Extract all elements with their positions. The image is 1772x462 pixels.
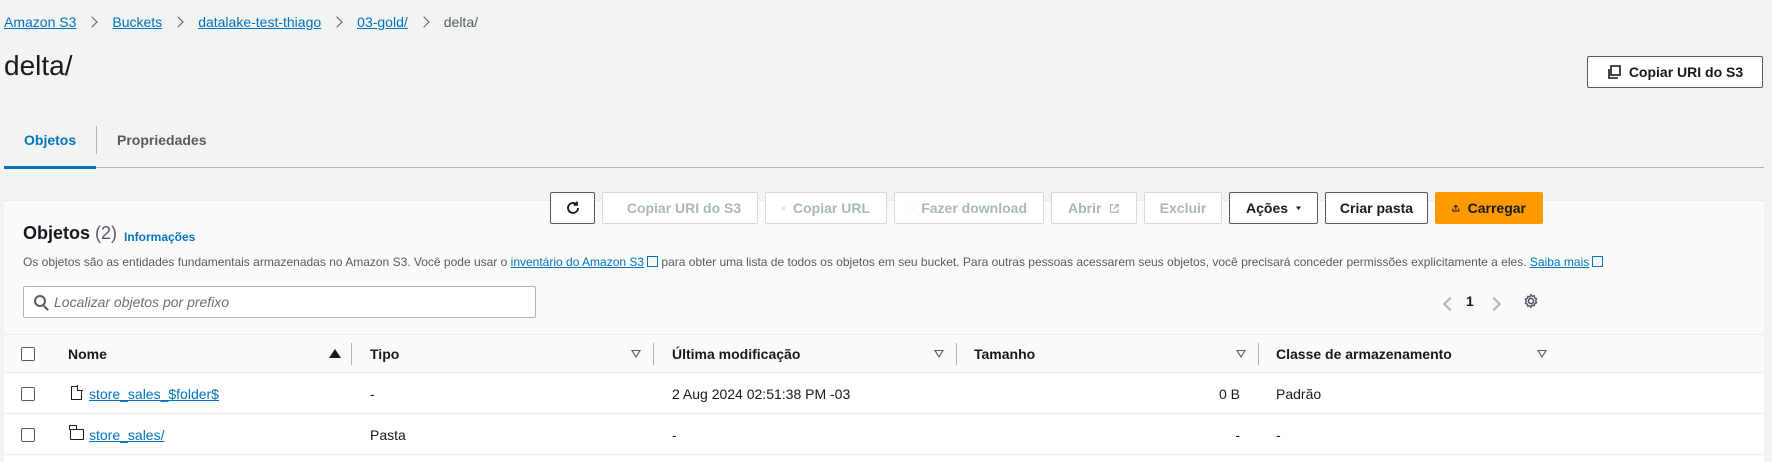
column-resizer[interactable]: [653, 343, 654, 365]
download-label: Fazer download: [921, 200, 1027, 216]
external-link-icon: [1592, 256, 1604, 267]
sort-ascending-icon[interactable]: [329, 349, 341, 358]
tab-properties-label: Propriedades: [117, 132, 207, 148]
breadcrumb-amazon-s3[interactable]: Amazon S3: [4, 14, 76, 30]
chevron-right-icon: [418, 16, 430, 28]
objects-count: (2): [95, 223, 118, 243]
objects-panel: Objetos (2) Informações Os objetos são a…: [4, 200, 1764, 462]
gear-icon[interactable]: [1523, 293, 1539, 309]
copy-s3-uri-toolbar-label: Copiar URI do S3: [626, 200, 742, 216]
delete-label: Excluir: [1159, 200, 1207, 216]
tab-bar: Objetos Propriedades: [4, 112, 1764, 169]
col-last-modified[interactable]: Última modificação: [672, 335, 800, 373]
copy-icon: [782, 206, 785, 210]
breadcrumb-current: delta/: [443, 14, 478, 30]
object-size: 0 B: [1218, 385, 1240, 402]
object-size: -: [1235, 426, 1240, 443]
description-text-1: Os objetos são as entidades fundamentais…: [23, 255, 511, 269]
previous-page-icon[interactable]: [1442, 296, 1458, 312]
object-last-modified: 2 Aug 2024 02:51:38 PM -03: [672, 385, 851, 402]
col-name-label: Nome: [68, 346, 107, 362]
breadcrumb: Amazon S3 Buckets datalake-test-thiago 0…: [4, 12, 478, 32]
download-icon: [911, 207, 914, 209]
copy-url-label: Copiar URL: [793, 200, 870, 216]
inventory-link[interactable]: inventário do Amazon S3: [511, 255, 644, 269]
upload-label: Carregar: [1467, 200, 1526, 216]
object-type: Pasta: [370, 426, 406, 443]
col-last-modified-label: Última modificação: [672, 346, 801, 362]
folder-icon: [69, 425, 84, 440]
open-button[interactable]: Abrir: [1051, 192, 1137, 224]
actions-dropdown[interactable]: Ações: [1229, 192, 1318, 224]
search-placeholder: Localizar objetos por prefixo: [54, 294, 230, 310]
page-title: delta/: [4, 50, 73, 81]
refresh-icon: [566, 201, 579, 214]
create-folder-button[interactable]: Criar pasta: [1325, 192, 1428, 224]
page-number[interactable]: 1: [1466, 293, 1474, 309]
tab-objects[interactable]: Objetos: [4, 112, 97, 169]
col-size-label: Tamanho: [974, 346, 1036, 362]
object-name-link[interactable]: store_sales/: [89, 427, 164, 443]
sort-icon[interactable]: [1236, 350, 1246, 358]
refresh-button[interactable]: [550, 192, 595, 224]
table-row[interactable]: store_sales_$folder$ - 2 Aug 2024 02:51:…: [4, 373, 1764, 414]
object-storage-class: Padrão: [1276, 385, 1322, 402]
object-last-modified: -: [672, 426, 677, 443]
table-header: Nome Tipo Última modificação Tamanho Cla…: [4, 335, 1764, 373]
external-link-icon: [1110, 203, 1120, 213]
col-type[interactable]: Tipo: [370, 335, 399, 373]
column-resizer[interactable]: [351, 343, 352, 365]
sort-icon[interactable]: [631, 350, 641, 358]
tab-divider: [96, 126, 97, 154]
tab-objects-label: Objetos: [24, 132, 77, 148]
copy-s3-uri-button[interactable]: Copiar URI do S3: [1587, 56, 1763, 88]
copy-url-button[interactable]: Copiar URL: [765, 192, 887, 224]
objects-title-text: Objetos: [23, 223, 91, 243]
object-name-link[interactable]: store_sales_$folder$: [89, 386, 219, 402]
next-page-icon[interactable]: [1486, 296, 1502, 312]
sort-icon[interactable]: [934, 350, 944, 358]
info-link[interactable]: Informações: [124, 230, 195, 244]
description-text-2: para obter uma lista de todos os objetos…: [658, 255, 1530, 269]
copy-icon: [1608, 65, 1621, 79]
tab-properties[interactable]: Propriedades: [117, 112, 206, 168]
column-resizer[interactable]: [956, 343, 957, 365]
breadcrumb-buckets[interactable]: Buckets: [112, 14, 162, 30]
download-button[interactable]: Fazer download: [894, 192, 1044, 224]
chevron-right-icon: [331, 16, 343, 28]
object-type: -: [370, 385, 375, 402]
delete-button[interactable]: Excluir: [1144, 192, 1222, 224]
col-name[interactable]: Nome: [68, 335, 107, 373]
sort-icon[interactable]: [1537, 350, 1547, 358]
select-all-checkbox[interactable]: [21, 347, 35, 361]
col-type-label: Tipo: [370, 346, 400, 362]
breadcrumb-folder-gold[interactable]: 03-gold/: [357, 14, 408, 30]
learn-more-link[interactable]: Saiba mais: [1530, 255, 1589, 269]
object-storage-class: -: [1276, 426, 1281, 443]
col-size[interactable]: Tamanho: [974, 335, 1035, 373]
objects-description: Os objetos são as entidades fundamentais…: [23, 255, 1604, 269]
copy-s3-uri-label: Copiar URI do S3: [1628, 64, 1744, 80]
search-input[interactable]: Localizar objetos por prefixo: [23, 286, 536, 318]
column-resizer[interactable]: [1258, 343, 1259, 365]
external-link-icon: [647, 256, 659, 267]
col-storage-class[interactable]: Classe de armazenamento: [1276, 335, 1452, 373]
copy-s3-uri-toolbar-button[interactable]: Copiar URI do S3: [602, 192, 758, 224]
search-icon: [34, 295, 46, 307]
upload-button[interactable]: Carregar: [1435, 192, 1543, 224]
file-icon: [71, 385, 83, 400]
col-storage-class-label: Classe de armazenamento: [1276, 346, 1452, 362]
row-checkbox[interactable]: [21, 387, 35, 401]
objects-title: Objetos (2): [23, 223, 117, 244]
row-checkbox[interactable]: [21, 428, 35, 442]
chevron-right-icon: [172, 16, 184, 28]
breadcrumb-bucket[interactable]: datalake-test-thiago: [198, 14, 321, 30]
caret-down-icon: [1296, 205, 1301, 210]
upload-icon: [1452, 204, 1460, 212]
open-label: Abrir: [1068, 200, 1102, 216]
actions-label: Ações: [1246, 200, 1289, 216]
chevron-right-icon: [86, 16, 99, 28]
table-row[interactable]: store_sales/ Pasta - - -: [4, 414, 1764, 455]
create-folder-label: Criar pasta: [1339, 200, 1414, 216]
